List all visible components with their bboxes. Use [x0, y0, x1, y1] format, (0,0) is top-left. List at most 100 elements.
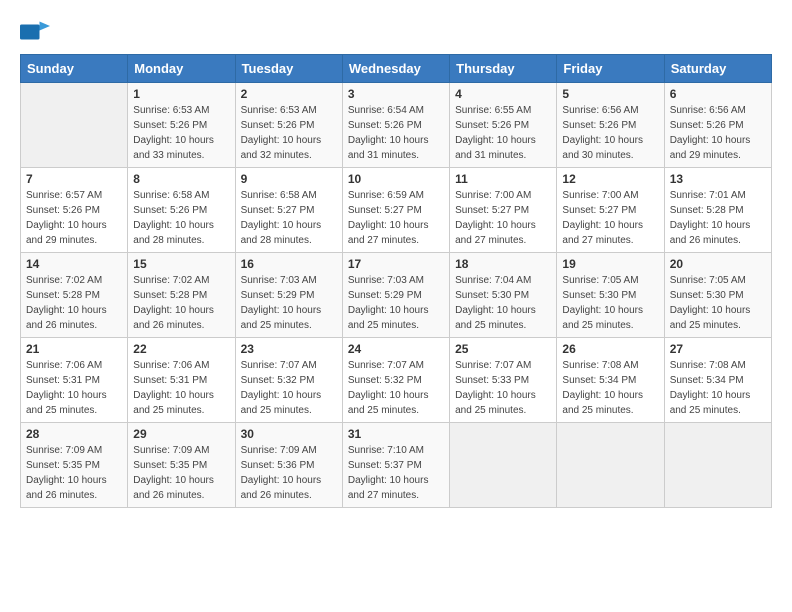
day-info: Sunrise: 7:05 AM Sunset: 5:30 PM Dayligh… [670, 273, 766, 333]
day-info: Sunrise: 7:09 AM Sunset: 5:35 PM Dayligh… [26, 443, 122, 503]
day-number: 17 [348, 257, 444, 271]
calendar-cell: 19Sunrise: 7:05 AM Sunset: 5:30 PM Dayli… [557, 253, 664, 338]
calendar-cell [21, 83, 128, 168]
calendar-cell: 2Sunrise: 6:53 AM Sunset: 5:26 PM Daylig… [235, 83, 342, 168]
day-number: 3 [348, 87, 444, 101]
day-number: 24 [348, 342, 444, 356]
day-info: Sunrise: 7:07 AM Sunset: 5:33 PM Dayligh… [455, 358, 551, 418]
day-number: 2 [241, 87, 337, 101]
day-number: 14 [26, 257, 122, 271]
day-number: 22 [133, 342, 229, 356]
day-number: 10 [348, 172, 444, 186]
weekday-header-thursday: Thursday [450, 55, 557, 83]
calendar-cell: 22Sunrise: 7:06 AM Sunset: 5:31 PM Dayli… [128, 338, 235, 423]
day-info: Sunrise: 7:07 AM Sunset: 5:32 PM Dayligh… [348, 358, 444, 418]
day-number: 12 [562, 172, 658, 186]
day-info: Sunrise: 7:09 AM Sunset: 5:35 PM Dayligh… [133, 443, 229, 503]
weekday-header-tuesday: Tuesday [235, 55, 342, 83]
calendar-cell: 18 Sunrise: 7:04 AM Sunset: 5:30 PM Dayli… [450, 253, 557, 338]
calendar-cell [557, 423, 664, 508]
calendar-week-row: 14 Sunrise: 7:02 AM Sunset: 5:28 PM Dayli… [21, 253, 772, 338]
day-info: Sunrise: 7:03 AM Sunset: 5:29 PM Dayligh… [241, 273, 337, 333]
day-number: 31 [348, 427, 444, 441]
day-number: 6 [670, 87, 766, 101]
day-number: 28 [26, 427, 122, 441]
day-info: Sunrise: 7:08 AM Sunset: 5:34 PM Dayligh… [670, 358, 766, 418]
day-info: Sunrise: 7:03 AM Sunset: 5:29 PM Dayligh… [348, 273, 444, 333]
calendar-cell: 14 Sunrise: 7:02 AM Sunset: 5:28 PM Dayli… [21, 253, 128, 338]
day-info: Sunrise: 6:58 AM Sunset: 5:27 PM Dayligh… [241, 188, 337, 248]
day-info: Sunrise: 6:56 AM Sunset: 5:26 PM Dayligh… [562, 103, 658, 163]
day-info: Sunrise: 7:04 AM Sunset: 5:30 PM Dayligh… [455, 273, 551, 333]
day-info: Sunrise: 7:09 AM Sunset: 5:36 PM Dayligh… [241, 443, 337, 503]
calendar-cell: 29 Sunrise: 7:09 AM Sunset: 5:35 PM Dayli… [128, 423, 235, 508]
calendar-cell: 1 Sunrise: 6:53 AM Sunset: 5:26 PM Daylig… [128, 83, 235, 168]
calendar-cell: 11 Sunrise: 7:00 AM Sunset: 5:27 PM Dayli… [450, 168, 557, 253]
weekday-header-wednesday: Wednesday [342, 55, 449, 83]
calendar-cell: 31Sunrise: 7:10 AM Sunset: 5:37 PM Dayli… [342, 423, 449, 508]
calendar-cell: 16 Sunrise: 7:03 AM Sunset: 5:29 PM Dayli… [235, 253, 342, 338]
calendar-cell: 5 Sunrise: 6:56 AM Sunset: 5:26 PM Daylig… [557, 83, 664, 168]
day-number: 5 [562, 87, 658, 101]
day-number: 8 [133, 172, 229, 186]
day-number: 20 [670, 257, 766, 271]
calendar-week-row: 21 Sunrise: 7:06 AM Sunset: 5:31 PM Dayli… [21, 338, 772, 423]
logo-icon [20, 20, 50, 44]
weekday-header-sunday: Sunday [21, 55, 128, 83]
day-number: 1 [133, 87, 229, 101]
calendar-cell [664, 423, 771, 508]
day-info: Sunrise: 6:54 AM Sunset: 5:26 PM Dayligh… [348, 103, 444, 163]
day-number: 11 [455, 172, 551, 186]
calendar-week-row: 1 Sunrise: 6:53 AM Sunset: 5:26 PM Daylig… [21, 83, 772, 168]
calendar-cell: 8 Sunrise: 6:58 AM Sunset: 5:26 PM Daylig… [128, 168, 235, 253]
weekday-header-row: SundayMondayTuesdayWednesdayThursdayFrid… [21, 55, 772, 83]
day-info: Sunrise: 6:57 AM Sunset: 5:26 PM Dayligh… [26, 188, 122, 248]
calendar-cell: 27Sunrise: 7:08 AM Sunset: 5:34 PM Dayli… [664, 338, 771, 423]
calendar-week-row: 7Sunrise: 6:57 AM Sunset: 5:26 PM Daylig… [21, 168, 772, 253]
calendar-cell: 17 Sunrise: 7:03 AM Sunset: 5:29 PM Dayli… [342, 253, 449, 338]
calendar-cell: 12 Sunrise: 7:00 AM Sunset: 5:27 PM Dayli… [557, 168, 664, 253]
calendar-cell: 30 Sunrise: 7:09 AM Sunset: 5:36 PM Dayli… [235, 423, 342, 508]
day-number: 16 [241, 257, 337, 271]
day-number: 30 [241, 427, 337, 441]
day-info: Sunrise: 6:59 AM Sunset: 5:27 PM Dayligh… [348, 188, 444, 248]
calendar-cell: 28 Sunrise: 7:09 AM Sunset: 5:35 PM Dayli… [21, 423, 128, 508]
day-info: Sunrise: 7:01 AM Sunset: 5:28 PM Dayligh… [670, 188, 766, 248]
calendar-cell: 21 Sunrise: 7:06 AM Sunset: 5:31 PM Dayli… [21, 338, 128, 423]
calendar-cell: 10 Sunrise: 6:59 AM Sunset: 5:27 PM Dayli… [342, 168, 449, 253]
logo [20, 20, 54, 44]
day-info: Sunrise: 7:02 AM Sunset: 5:28 PM Dayligh… [26, 273, 122, 333]
calendar-cell: 6 Sunrise: 6:56 AM Sunset: 5:26 PM Daylig… [664, 83, 771, 168]
day-info: Sunrise: 7:08 AM Sunset: 5:34 PM Dayligh… [562, 358, 658, 418]
day-number: 4 [455, 87, 551, 101]
page-header [20, 20, 772, 44]
day-info: Sunrise: 7:00 AM Sunset: 5:27 PM Dayligh… [455, 188, 551, 248]
day-number: 18 [455, 257, 551, 271]
day-number: 29 [133, 427, 229, 441]
day-number: 25 [455, 342, 551, 356]
calendar-cell: 24 Sunrise: 7:07 AM Sunset: 5:32 PM Dayli… [342, 338, 449, 423]
day-info: Sunrise: 6:55 AM Sunset: 5:26 PM Dayligh… [455, 103, 551, 163]
calendar-cell: 7Sunrise: 6:57 AM Sunset: 5:26 PM Daylig… [21, 168, 128, 253]
day-info: Sunrise: 7:00 AM Sunset: 5:27 PM Dayligh… [562, 188, 658, 248]
weekday-header-monday: Monday [128, 55, 235, 83]
day-number: 13 [670, 172, 766, 186]
calendar-cell: 13 Sunrise: 7:01 AM Sunset: 5:28 PM Dayli… [664, 168, 771, 253]
day-number: 26 [562, 342, 658, 356]
day-info: Sunrise: 6:56 AM Sunset: 5:26 PM Dayligh… [670, 103, 766, 163]
weekday-header-saturday: Saturday [664, 55, 771, 83]
calendar-cell: 9Sunrise: 6:58 AM Sunset: 5:27 PM Daylig… [235, 168, 342, 253]
calendar-week-row: 28 Sunrise: 7:09 AM Sunset: 5:35 PM Dayli… [21, 423, 772, 508]
day-number: 21 [26, 342, 122, 356]
day-number: 15 [133, 257, 229, 271]
day-info: Sunrise: 7:06 AM Sunset: 5:31 PM Dayligh… [26, 358, 122, 418]
calendar-cell [450, 423, 557, 508]
day-number: 19 [562, 257, 658, 271]
calendar-cell: 20 Sunrise: 7:05 AM Sunset: 5:30 PM Dayli… [664, 253, 771, 338]
calendar-cell: 4 Sunrise: 6:55 AM Sunset: 5:26 PM Daylig… [450, 83, 557, 168]
day-info: Sunrise: 7:07 AM Sunset: 5:32 PM Dayligh… [241, 358, 337, 418]
day-info: Sunrise: 6:58 AM Sunset: 5:26 PM Dayligh… [133, 188, 229, 248]
day-info: Sunrise: 6:53 AM Sunset: 5:26 PM Dayligh… [133, 103, 229, 163]
calendar-cell: 15Sunrise: 7:02 AM Sunset: 5:28 PM Dayli… [128, 253, 235, 338]
calendar-table: SundayMondayTuesdayWednesdayThursdayFrid… [20, 54, 772, 508]
